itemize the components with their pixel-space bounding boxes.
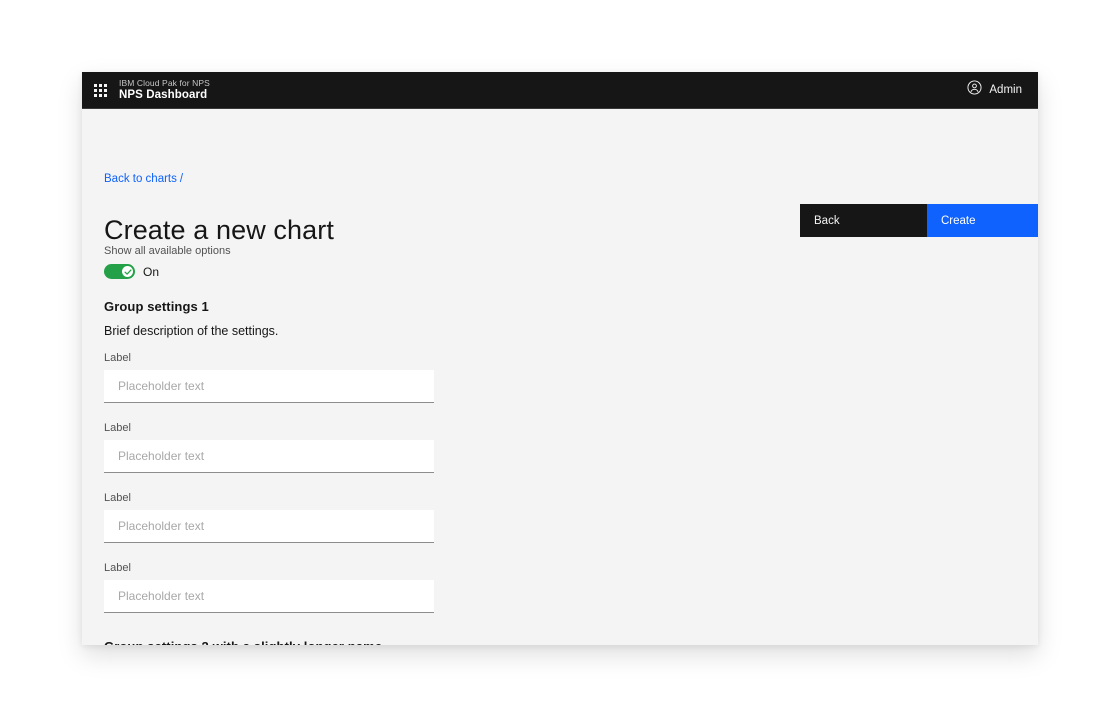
toggle-row: On (104, 264, 231, 279)
app-switcher-button[interactable] (82, 72, 118, 108)
form-field: Label (104, 562, 434, 613)
show-all-options-toggle[interactable] (104, 264, 135, 279)
field-label: Label (104, 352, 131, 364)
group-description: Brief description of the settings. (104, 324, 279, 338)
toggle-caption: Show all available options (104, 245, 231, 257)
header-prefix: IBM Cloud Pak for NPS (119, 78, 210, 88)
text-input[interactable] (104, 440, 434, 473)
breadcrumb-back-to-charts-link[interactable]: Back to charts (104, 173, 177, 185)
form-field: Label (104, 422, 434, 473)
app-window: IBM Cloud Pak for NPS NPS Dashboard Admi… (82, 72, 1038, 645)
header-title[interactable]: NPS Dashboard (119, 89, 210, 101)
field-label: Label (104, 562, 131, 574)
checkmark-icon (123, 268, 132, 275)
settings-group: Group settings 2 with a slightly longer … (104, 639, 434, 645)
group-title: Group settings 2 with a slightly longer … (104, 639, 434, 645)
text-input[interactable] (104, 510, 434, 543)
header-user-menu[interactable]: Admin (961, 72, 1028, 108)
page-body: Back to charts / Create a new chart Show … (82, 109, 1038, 645)
breadcrumb[interactable]: Back to charts / (104, 173, 183, 185)
breadcrumb-separator: / (179, 173, 184, 185)
form-field: Label (104, 352, 434, 403)
settings-group: Group settings 1 Brief description of th… (104, 299, 434, 613)
app-header: IBM Cloud Pak for NPS NPS Dashboard Admi… (82, 72, 1038, 109)
text-input[interactable] (104, 580, 434, 613)
settings-form: Group settings 1 Brief description of th… (104, 299, 434, 645)
form-field: Label (104, 492, 434, 543)
group-title: Group settings 1 (104, 299, 209, 314)
user-avatar-icon (967, 80, 982, 100)
field-label: Label (104, 492, 131, 504)
content-container: Back to charts / Create a new chart Show … (104, 109, 1038, 645)
text-input[interactable] (104, 370, 434, 403)
create-button[interactable]: Create (927, 204, 1038, 237)
page-title: Create a new chart (104, 215, 334, 246)
toggle-knob (122, 266, 133, 277)
page-actions: Back Create (800, 204, 1038, 237)
show-options-toggle-block: Show all available options On (104, 245, 231, 279)
header-branding: IBM Cloud Pak for NPS NPS Dashboard (119, 79, 210, 101)
grid-dots-icon (93, 83, 107, 97)
field-label: Label (104, 422, 131, 434)
user-name-label: Admin (989, 84, 1022, 96)
back-button[interactable]: Back (800, 204, 927, 237)
toggle-state-label: On (143, 264, 160, 279)
